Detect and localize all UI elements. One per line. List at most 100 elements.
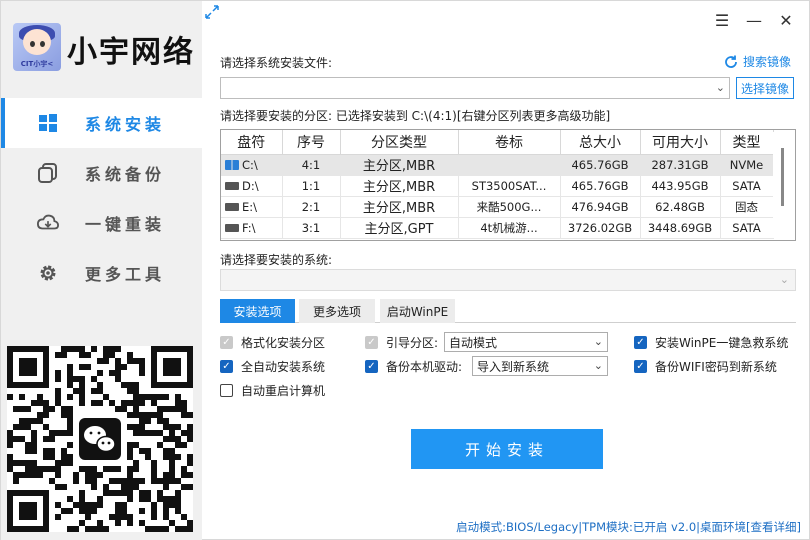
- tab-boot-winpe[interactable]: 启动WinPE: [380, 299, 455, 323]
- wechat-qr-code: [7, 346, 193, 532]
- version-status: v2.0|桌面环境: [667, 520, 747, 534]
- tab-more-options[interactable]: 更多选项: [299, 299, 375, 323]
- partition-cell-volume: 4t机械游...: [458, 217, 561, 239]
- sidebar-item-system-install[interactable]: 系统安装: [1, 98, 202, 148]
- expand-icon[interactable]: [204, 4, 220, 20]
- partition-row[interactable]: F:\ 3:1 主分区,GPT 4t机械游... 3726.02GB 3448.69GB S…: [221, 217, 774, 239]
- auto-install-option[interactable]: ✓ 全自动安装系统: [220, 358, 325, 375]
- cloud-icon: [37, 212, 59, 234]
- column-header[interactable]: 盘符: [221, 130, 283, 155]
- option-label: 备份本机驱动:: [386, 360, 463, 374]
- driver-backup-value: 导入到新系统: [477, 359, 550, 374]
- partition-cell-ptype: 主分区,GPT: [340, 217, 459, 239]
- column-header[interactable]: 序号: [282, 130, 341, 155]
- partition-table-header: 盘符 序号 分区类型 卷标 总大小 可用大小 类型: [221, 130, 774, 155]
- close-icon[interactable]: ✕: [777, 11, 795, 30]
- partition-cell-kind: 固态: [720, 196, 774, 218]
- boot-partition-checkbox[interactable]: ✓: [365, 336, 378, 349]
- system-combo[interactable]: ⌄: [220, 269, 796, 291]
- partition-cell-total: 476.94GB: [560, 196, 641, 218]
- windows-icon: [37, 112, 59, 134]
- install-file-combo[interactable]: ⌄: [220, 77, 730, 99]
- drive-letter: E:\: [242, 199, 258, 214]
- partition-cell-drive: D:\: [221, 175, 283, 197]
- partition-table: 盘符 序号 分区类型 卷标 总大小 可用大小 类型 C:\ 4:1 主分区,MBR 4…: [220, 129, 796, 241]
- details-link[interactable]: [查看详细]: [746, 520, 801, 534]
- partition-cell-volume: [458, 154, 561, 176]
- option-label: 引导分区:: [386, 336, 439, 350]
- partition-cell-free: 3448.69GB: [640, 217, 721, 239]
- drive-icon: [225, 182, 239, 190]
- partition-cell-volume: 来酷500G...: [458, 196, 561, 218]
- format-partition-option[interactable]: ✓ 格式化安装分区: [220, 334, 325, 351]
- start-install-button[interactable]: 开始安装: [411, 429, 603, 469]
- partition-cell-ptype: 主分区,MBR: [340, 175, 459, 197]
- partition-cell-ptype: 主分区,MBR: [340, 154, 459, 176]
- app-title: 小宇网络: [67, 35, 195, 70]
- sidebar-item-label: 系统安装: [85, 115, 166, 134]
- column-header[interactable]: 类型: [720, 130, 774, 155]
- sidebar-item-one-click-reinstall[interactable]: 一键重装: [1, 198, 202, 248]
- boot-partition-option[interactable]: ✓ 引导分区:: [365, 334, 438, 351]
- column-header[interactable]: 总大小: [560, 130, 641, 155]
- option-label: 备份WIFI密码到新系统: [655, 360, 777, 374]
- chevron-down-icon: ⌄: [715, 81, 725, 94]
- logo-tag: CIT小宇<: [20, 60, 54, 68]
- install-winpe-option[interactable]: ✓ 安装WinPE一键急救系统: [634, 334, 788, 351]
- install-winpe-checkbox[interactable]: ✓: [634, 336, 647, 349]
- partition-cell-drive: C:\: [221, 154, 283, 176]
- boot-mode-value: 自动模式: [449, 335, 498, 350]
- drive-letter: F:\: [242, 220, 256, 235]
- copy-icon: [37, 162, 59, 184]
- sidebar-item-label: 系统备份: [85, 165, 166, 184]
- auto-install-checkbox[interactable]: ✓: [220, 360, 233, 373]
- chevron-down-icon: ⌄: [593, 359, 603, 372]
- partition-cell-index: 4:1: [282, 154, 341, 176]
- options-tabs: 安装选项 更多选项 启动WinPE: [220, 299, 796, 323]
- option-label: 安装WinPE一键急救系统: [655, 336, 789, 350]
- partition-row[interactable]: C:\ 4:1 主分区,MBR 465.76GB 287.31GB NVMe: [221, 154, 774, 176]
- tpm-status: |TPM模块:已开启: [578, 520, 668, 534]
- sidebar-item-more-tools[interactable]: 更多工具: [1, 248, 202, 298]
- chevron-down-icon: ⌄: [779, 273, 789, 286]
- partition-cell-kind: SATA: [720, 175, 774, 197]
- driver-backup-select[interactable]: 导入到新系统 ⌄: [472, 356, 608, 376]
- partition-label: 请选择要安装的分区: 已选择安装到 C:\(4:1)[右键分区列表更多高级功能]: [220, 109, 611, 123]
- drive-icon: [225, 224, 239, 232]
- minimize-icon[interactable]: —: [745, 11, 763, 30]
- select-image-button[interactable]: 选择镜像: [736, 77, 794, 99]
- sidebar-item-system-backup[interactable]: 系统备份: [1, 148, 202, 198]
- auto-reboot-option[interactable]: 自动重启计算机: [220, 382, 325, 399]
- column-header[interactable]: 可用大小: [640, 130, 721, 155]
- sidebar-item-label: 更多工具: [85, 265, 166, 284]
- backup-drivers-checkbox[interactable]: ✓: [365, 360, 378, 373]
- menu-icon[interactable]: ☰: [713, 11, 731, 30]
- partition-cell-total: 465.76GB: [560, 154, 641, 176]
- tab-install-options[interactable]: 安装选项: [220, 299, 295, 323]
- window-controls: ☰ — ✕: [713, 11, 795, 30]
- partition-cell-index: 1:1: [282, 175, 341, 197]
- column-header[interactable]: 卷标: [458, 130, 561, 155]
- backup-wifi-checkbox[interactable]: ✓: [634, 360, 647, 373]
- partition-cell-free: 443.95GB: [640, 175, 721, 197]
- system-drive-icon: [225, 160, 239, 170]
- gear-icon: [37, 262, 59, 284]
- sidebar: CIT小宇< 小宇网络 系统安装 系统备份 一键重装 更多工具: [1, 1, 202, 540]
- search-image-button[interactable]: 搜索镜像: [723, 53, 791, 70]
- partition-cell-free: 62.48GB: [640, 196, 721, 218]
- drive-letter: D:\: [242, 178, 259, 193]
- boot-mode-select[interactable]: 自动模式 ⌄: [444, 332, 608, 352]
- backup-drivers-option[interactable]: ✓ 备份本机驱动:: [365, 358, 462, 375]
- column-header[interactable]: 分区类型: [340, 130, 459, 155]
- auto-reboot-checkbox[interactable]: [220, 384, 233, 397]
- partition-row[interactable]: D:\ 1:1 主分区,MBR ST3500SAT... 465.76GB 443.95G…: [221, 175, 774, 197]
- partition-cell-ptype: 主分区,MBR: [340, 196, 459, 218]
- partition-cell-free: 287.31GB: [640, 154, 721, 176]
- backup-wifi-option[interactable]: ✓ 备份WIFI密码到新系统: [634, 358, 777, 375]
- partition-cell-total: 3726.02GB: [560, 217, 641, 239]
- format-partition-checkbox[interactable]: ✓: [220, 336, 233, 349]
- partition-scrollbar[interactable]: [773, 132, 793, 238]
- partition-cell-kind: SATA: [720, 217, 774, 239]
- partition-row[interactable]: E:\ 2:1 主分区,MBR 来酷500G... 476.94GB 62.48GB 固态: [221, 196, 774, 218]
- option-label: 自动重启计算机: [241, 384, 326, 398]
